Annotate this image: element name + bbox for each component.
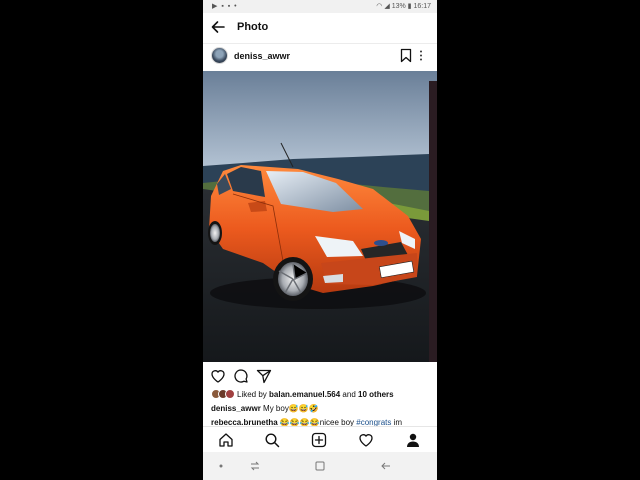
post-username[interactable]: deniss_awwr [234, 51, 290, 61]
likes-row[interactable]: Liked by balan.emanuel.564 and 10 others [211, 389, 437, 401]
post-photo[interactable] [203, 71, 437, 362]
likes-others-link[interactable]: 10 others [358, 390, 394, 399]
avatar[interactable] [211, 47, 228, 64]
status-notification-icons: ▶ ▪ ▪ • [212, 3, 238, 10]
liker-username[interactable]: balan.emanuel.564 [269, 390, 340, 399]
search-icon[interactable] [264, 432, 280, 448]
recent-apps-icon[interactable] [249, 460, 261, 472]
comment-icon[interactable] [233, 368, 249, 384]
home-icon[interactable] [218, 432, 234, 448]
likes-text: Liked by balan.emanuel.564 and 10 others [237, 390, 394, 399]
title-bar: Photo [203, 13, 437, 44]
bookmark-icon[interactable] [400, 48, 412, 63]
caption: deniss_awwr My boy😅😅🤣 [211, 404, 319, 413]
heart-icon[interactable] [210, 368, 226, 384]
dot-icon[interactable] [215, 460, 227, 472]
signal-icon: ◢ [384, 3, 390, 10]
system-navigation-bar [203, 452, 437, 480]
share-icon[interactable] [256, 368, 272, 384]
liker-avatar [225, 389, 235, 399]
clock: 16:17 [413, 3, 431, 10]
back-arrow-icon[interactable] [210, 19, 226, 35]
add-post-icon[interactable] [311, 432, 327, 448]
post-header: deniss_awwr [203, 43, 437, 71]
wifi-icon: ◠ [376, 3, 383, 10]
caption-username[interactable]: deniss_awwr [211, 404, 261, 413]
page-title: Photo [237, 21, 269, 33]
caption-text: My boy😅😅🤣 [263, 404, 319, 413]
phone-screen: ▶ ▪ ▪ • ◠ ◢ 13% ▮ 16:17 Photo deniss_aww… [203, 0, 437, 480]
post-actions [203, 366, 437, 386]
more-options-icon[interactable] [417, 48, 425, 63]
status-bar: ▶ ▪ ▪ • ◠ ◢ 13% ▮ 16:17 [203, 0, 437, 13]
activity-heart-icon[interactable] [358, 432, 374, 448]
home-button-icon[interactable] [314, 460, 326, 472]
back-button-icon[interactable] [380, 460, 392, 472]
bottom-navigation [203, 426, 437, 453]
profile-icon[interactable] [405, 432, 421, 448]
battery-percent: 13% [391, 3, 406, 10]
car-photo-illustration [203, 71, 437, 362]
status-right: ◠ ◢ 13% ▮ 16:17 [376, 2, 431, 10]
battery-icon: ▮ [407, 3, 412, 10]
